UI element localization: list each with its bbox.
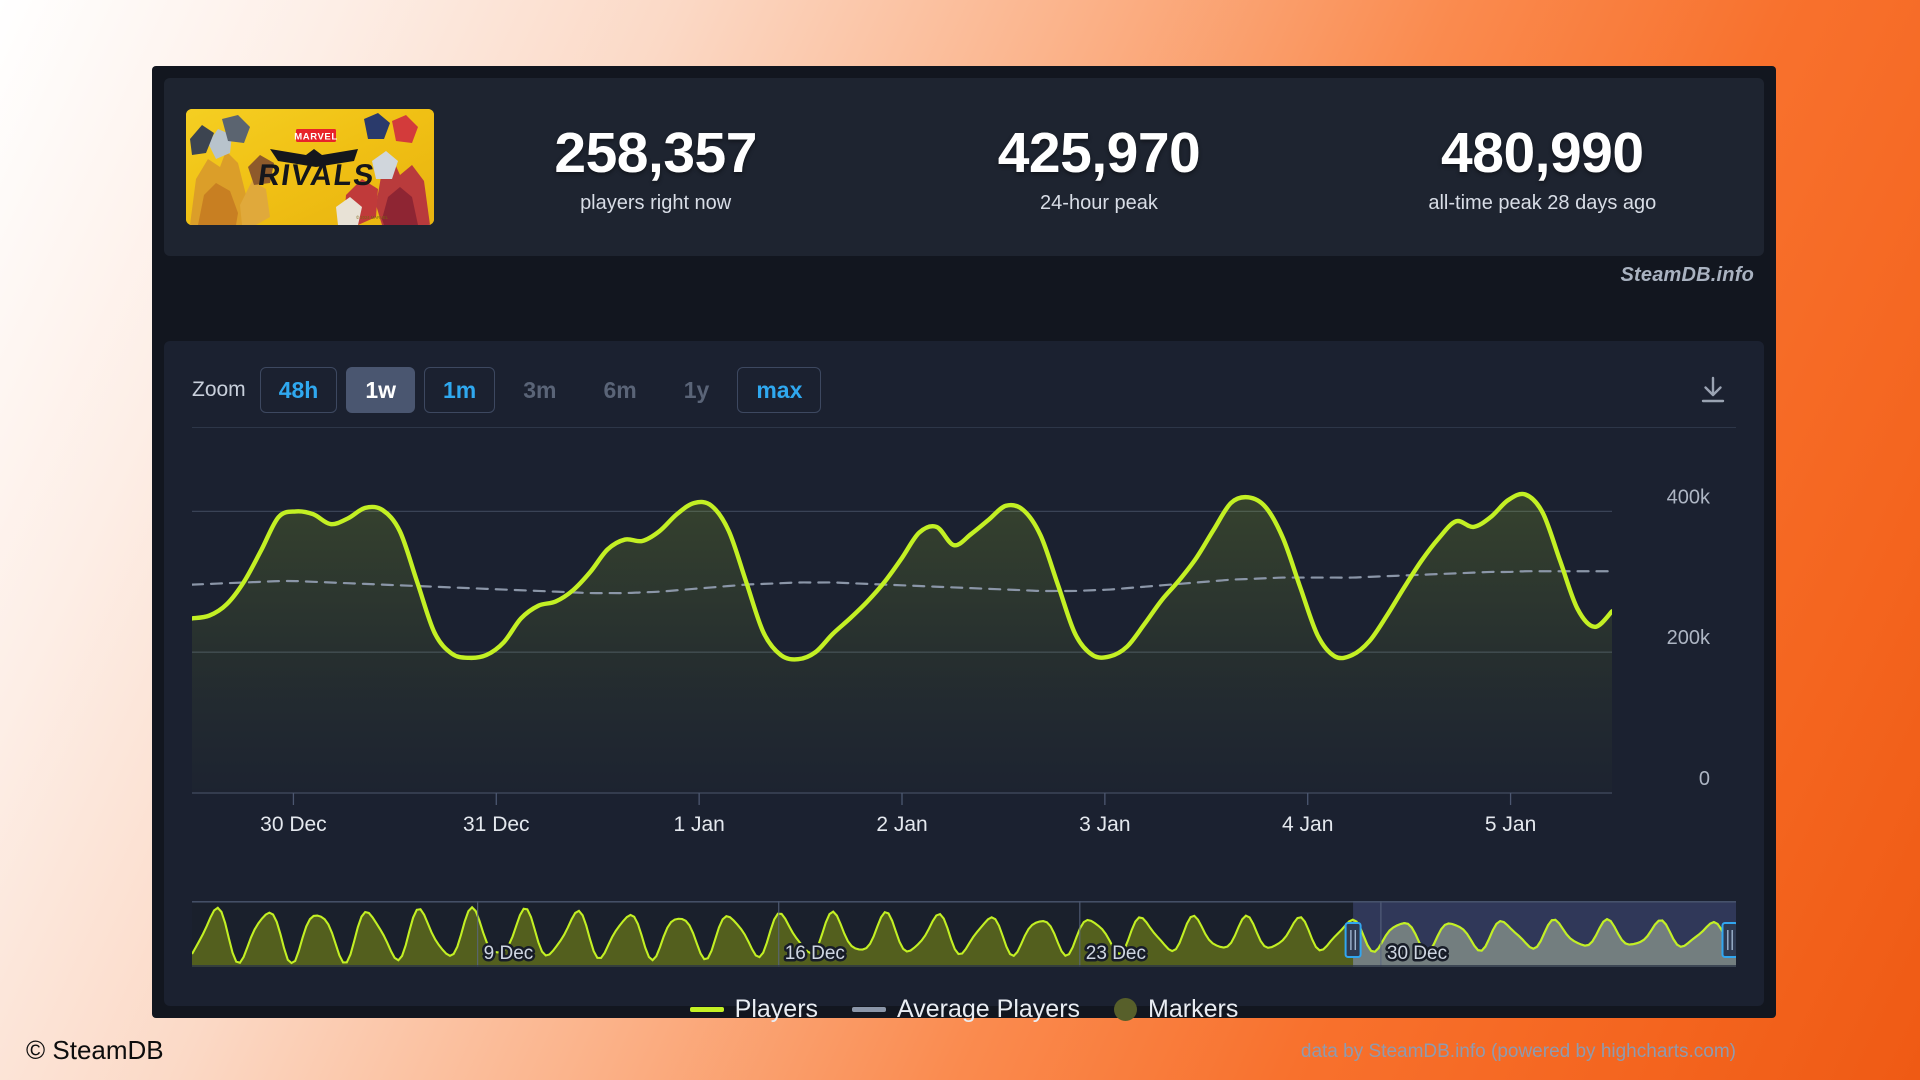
zoom-label: Zoom: [192, 378, 246, 402]
stat-value: 480,990: [1321, 123, 1764, 183]
navigator-handle-right[interactable]: [1723, 923, 1737, 957]
stat-value: 258,357: [434, 123, 877, 183]
markers-dot-swatch: [1114, 998, 1137, 1021]
zoom-button-max[interactable]: max: [737, 367, 821, 413]
steamdb-chart-frame: MARVEL RIVALS © 2024 MARVEL 258,357 play…: [152, 66, 1776, 1018]
stat-24-hour-peak: 425,970 24-hour peak: [877, 119, 1320, 215]
capsule-artwork: MARVEL RIVALS © 2024 MARVEL: [186, 109, 434, 225]
zoom-button-1w[interactable]: 1w: [346, 367, 415, 413]
navigator-handle-left[interactable]: [1346, 923, 1361, 957]
main-plot-area[interactable]: 0 200k 400k 30 Dec 31 Dec 1 Jan 2 Jan 3 Jan 4 J…: [192, 441, 1736, 881]
navigator-date-label: 9 Dec: [484, 943, 534, 964]
toolbar-divider: [192, 427, 1736, 428]
x-axis-tick-label: 5 Jan: [1485, 813, 1536, 836]
x-axis-tick-label: 30 Dec: [260, 813, 327, 836]
average-players-line-swatch: [852, 1007, 886, 1012]
stat-all-time-peak: 480,990 all-time peak 28 days ago: [1321, 119, 1764, 215]
svg-text:© 2024 MARVEL: © 2024 MARVEL: [356, 215, 389, 220]
legend-item-markers[interactable]: Markers: [1114, 995, 1238, 1024]
zoom-button-1m[interactable]: 1m: [424, 367, 495, 413]
zoom-button-3m: 3m: [504, 367, 575, 413]
stat-label: players right now: [434, 192, 877, 215]
player-count-chart-card: Zoom 48h 1w 1m 3m 6m 1y max: [164, 341, 1764, 1006]
navigator-date-label: 16 Dec: [785, 943, 845, 964]
x-axis-tick-label: 2 Jan: [876, 813, 927, 836]
navigator-date-label: 30 Dec: [1387, 943, 1447, 964]
x-axis-tick-label: 3 Jan: [1079, 813, 1130, 836]
zoom-button-6m: 6m: [585, 367, 656, 413]
x-axis-tick-label: 4 Jan: [1282, 813, 1333, 836]
game-capsule-image[interactable]: MARVEL RIVALS © 2024 MARVEL: [186, 109, 434, 225]
download-icon[interactable]: [1690, 367, 1736, 413]
svg-text:RIVALS: RIVALS: [256, 159, 377, 192]
x-axis-labels: 30 Dec 31 Dec 1 Jan 2 Jan 3 Jan 4 Jan 5 Jan: [260, 813, 1536, 836]
y-axis-tick-label: 400k: [1667, 486, 1711, 508]
chart-credits[interactable]: data by SteamDB.info (powered by highcha…: [1301, 1041, 1736, 1063]
stats-header-card: MARVEL RIVALS © 2024 MARVEL 258,357 play…: [164, 78, 1764, 256]
svg-text:MARVEL: MARVEL: [294, 131, 338, 142]
zoom-range-selector: Zoom 48h 1w 1m 3m 6m 1y max: [192, 359, 1736, 421]
zoom-button-1y: 1y: [665, 367, 729, 413]
range-navigator[interactable]: 9 Dec 16 Dec 23 Dec 30 Dec: [192, 901, 1736, 979]
y-axis-tick-label: 0: [1699, 768, 1710, 790]
legend-item-average-players[interactable]: Average Players: [852, 995, 1080, 1024]
y-axis-labels: 0 200k 400k: [1667, 486, 1711, 790]
legend-label: Average Players: [897, 995, 1080, 1024]
stat-label: all-time peak 28 days ago: [1321, 192, 1764, 215]
x-axis-tick-label: 1 Jan: [673, 813, 724, 836]
navigator-svg: 9 Dec 16 Dec 23 Dec 30 Dec: [192, 901, 1736, 979]
y-axis-tick-label: 200k: [1667, 627, 1711, 649]
page-copyright: © SteamDB: [26, 1035, 164, 1066]
chart-legend: Players Average Players Markers: [164, 989, 1764, 1029]
stat-players-right-now: 258,357 players right now: [434, 119, 877, 215]
stat-value: 425,970: [877, 123, 1320, 183]
steamdb-watermark: SteamDB.info: [1620, 264, 1754, 287]
navigator-date-label: 23 Dec: [1086, 943, 1146, 964]
stat-label: 24-hour peak: [877, 192, 1320, 215]
players-line-swatch: [690, 1007, 724, 1012]
legend-item-players[interactable]: Players: [690, 995, 818, 1024]
legend-label: Players: [735, 995, 818, 1024]
zoom-button-48h[interactable]: 48h: [260, 367, 338, 413]
x-axis-tick-label: 31 Dec: [463, 813, 530, 836]
legend-label: Markers: [1148, 995, 1238, 1024]
main-chart-svg: 0 200k 400k 30 Dec 31 Dec 1 Jan 2 Jan 3 Jan 4 J…: [192, 441, 1736, 881]
x-axis-ticks: [293, 793, 1510, 805]
